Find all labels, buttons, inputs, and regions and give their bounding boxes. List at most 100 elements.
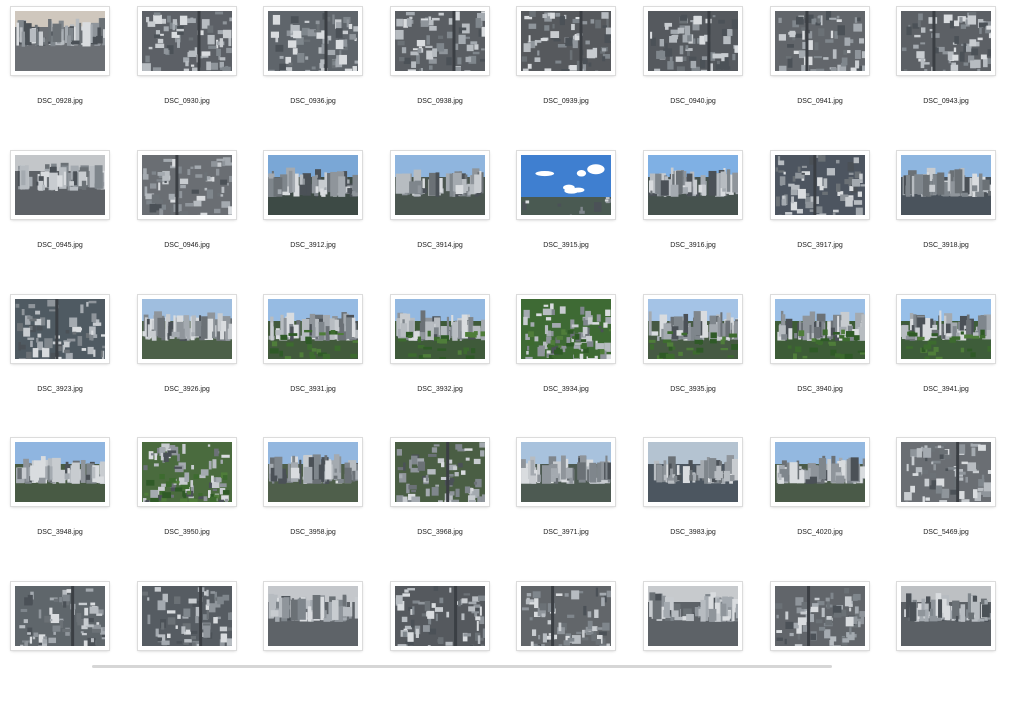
thumbnail-frame[interactable] — [644, 7, 742, 75]
thumbnail-frame[interactable] — [138, 7, 236, 75]
thumbnail-frame[interactable] — [897, 295, 995, 363]
file-name-label: DSC_3941.jpg — [886, 386, 1006, 393]
thumbnail-frame[interactable] — [138, 438, 236, 506]
file-name-label: DSC_3958.jpg — [253, 529, 373, 536]
file-name-label: DSC_3917.jpg — [760, 242, 880, 249]
file-item[interactable]: DSC_3940.jpg — [760, 288, 887, 432]
thumbnail-frame[interactable] — [11, 582, 109, 650]
file-item[interactable]: DSC_0936.jpg — [253, 0, 380, 144]
file-item[interactable]: DSC_3950.jpg — [127, 431, 254, 575]
thumbnail-frame[interactable] — [771, 295, 869, 363]
thumbnail-frame[interactable] — [517, 7, 615, 75]
thumbnail-frame[interactable] — [264, 582, 362, 650]
thumbnail-frame[interactable] — [771, 438, 869, 506]
thumbnail-frame[interactable] — [644, 151, 742, 219]
thumbnail-frame[interactable] — [897, 582, 995, 650]
file-item[interactable]: DSC_3968.jpg — [380, 431, 507, 575]
file-name-label: DSC_3934.jpg — [506, 386, 626, 393]
file-item[interactable]: DSC_0938.jpg — [380, 0, 507, 144]
file-item[interactable]: DSC_0939.jpg — [506, 0, 633, 144]
thumbnail-frame[interactable] — [897, 7, 995, 75]
thumbnail-frame[interactable] — [264, 438, 362, 506]
file-item[interactable]: DSC_0930.jpg — [127, 0, 254, 144]
file-item[interactable]: DSC_3923.jpg — [0, 288, 127, 432]
thumbnail-frame[interactable] — [897, 438, 995, 506]
file-item[interactable]: DSC_3926.jpg — [127, 288, 254, 432]
photo-thumbnail — [521, 442, 611, 502]
file-item[interactable]: DSC_4020.jpg — [760, 431, 887, 575]
thumbnail-frame[interactable] — [517, 582, 615, 650]
photo-thumbnail — [268, 586, 358, 646]
thumbnail-frame[interactable] — [771, 151, 869, 219]
file-item[interactable]: DSC_3915.jpg — [506, 144, 633, 288]
thumbnail-frame[interactable] — [391, 295, 489, 363]
file-item[interactable]: DSC_3941.jpg — [886, 288, 1013, 432]
thumbnail-frame[interactable] — [391, 7, 489, 75]
thumbnail-frame[interactable] — [11, 295, 109, 363]
thumbnail-frame[interactable] — [771, 7, 869, 75]
file-item[interactable]: DSC_3958.jpg — [253, 431, 380, 575]
file-item[interactable]: DSC_3912.jpg — [253, 144, 380, 288]
file-item[interactable] — [253, 575, 380, 719]
file-item[interactable]: DSC_0943.jpg — [886, 0, 1013, 144]
file-item[interactable]: DSC_0945.jpg — [0, 144, 127, 288]
thumbnail-frame[interactable] — [644, 582, 742, 650]
file-name-label: DSC_0946.jpg — [127, 242, 247, 249]
file-item[interactable]: DSC_0940.jpg — [633, 0, 760, 144]
file-item[interactable]: DSC_3917.jpg — [760, 144, 887, 288]
file-item[interactable] — [506, 575, 633, 719]
file-item[interactable] — [127, 575, 254, 719]
thumbnail-frame[interactable] — [264, 7, 362, 75]
thumbnail-frame[interactable] — [11, 151, 109, 219]
thumbnail-frame[interactable] — [644, 295, 742, 363]
thumbnail-frame[interactable] — [391, 151, 489, 219]
file-name-label: DSC_0938.jpg — [380, 98, 500, 105]
thumbnail-frame[interactable] — [517, 151, 615, 219]
file-item[interactable]: DSC_3931.jpg — [253, 288, 380, 432]
photo-thumbnail — [15, 442, 105, 502]
file-name-label: DSC_3923.jpg — [0, 386, 120, 393]
thumbnail-frame[interactable] — [644, 438, 742, 506]
thumbnail-frame[interactable] — [517, 295, 615, 363]
thumbnail-frame[interactable] — [138, 295, 236, 363]
thumbnail-frame[interactable] — [138, 151, 236, 219]
thumbnail-frame[interactable] — [11, 7, 109, 75]
file-item[interactable]: DSC_3916.jpg — [633, 144, 760, 288]
photo-thumbnail — [142, 299, 232, 359]
file-item[interactable]: DSC_3934.jpg — [506, 288, 633, 432]
file-item[interactable]: DSC_0928.jpg — [0, 0, 127, 144]
thumbnail-frame[interactable] — [264, 151, 362, 219]
file-item[interactable]: DSC_0941.jpg — [760, 0, 887, 144]
thumbnail-frame[interactable] — [11, 438, 109, 506]
file-name-label: DSC_0940.jpg — [633, 98, 753, 105]
file-item[interactable] — [0, 575, 127, 719]
photo-thumbnail — [521, 155, 611, 215]
file-item[interactable]: DSC_0946.jpg — [127, 144, 254, 288]
file-item[interactable] — [633, 575, 760, 719]
file-item[interactable]: DSC_3971.jpg — [506, 431, 633, 575]
file-item[interactable]: DSC_5469.jpg — [886, 431, 1013, 575]
file-name-label: DSC_0939.jpg — [506, 98, 626, 105]
file-name-label: DSC_3983.jpg — [633, 529, 753, 536]
horizontal-scrollbar[interactable] — [0, 664, 1024, 668]
file-item[interactable]: DSC_3935.jpg — [633, 288, 760, 432]
file-item[interactable]: DSC_3948.jpg — [0, 431, 127, 575]
file-item[interactable]: DSC_3932.jpg — [380, 288, 507, 432]
thumbnail-frame[interactable] — [517, 438, 615, 506]
file-item[interactable] — [380, 575, 507, 719]
file-item[interactable] — [886, 575, 1013, 719]
file-item[interactable]: DSC_3918.jpg — [886, 144, 1013, 288]
thumbnail-frame[interactable] — [391, 438, 489, 506]
thumbnail-frame[interactable] — [138, 582, 236, 650]
thumbnail-frame[interactable] — [264, 295, 362, 363]
file-name-label: DSC_3950.jpg — [127, 529, 247, 536]
photo-thumbnail — [268, 155, 358, 215]
photo-thumbnail — [15, 11, 105, 71]
file-item[interactable] — [760, 575, 887, 719]
thumbnail-frame[interactable] — [391, 582, 489, 650]
thumbnail-frame[interactable] — [771, 582, 869, 650]
thumbnail-frame[interactable] — [897, 151, 995, 219]
photo-thumbnail — [395, 11, 485, 71]
file-item[interactable]: DSC_3983.jpg — [633, 431, 760, 575]
file-item[interactable]: DSC_3914.jpg — [380, 144, 507, 288]
